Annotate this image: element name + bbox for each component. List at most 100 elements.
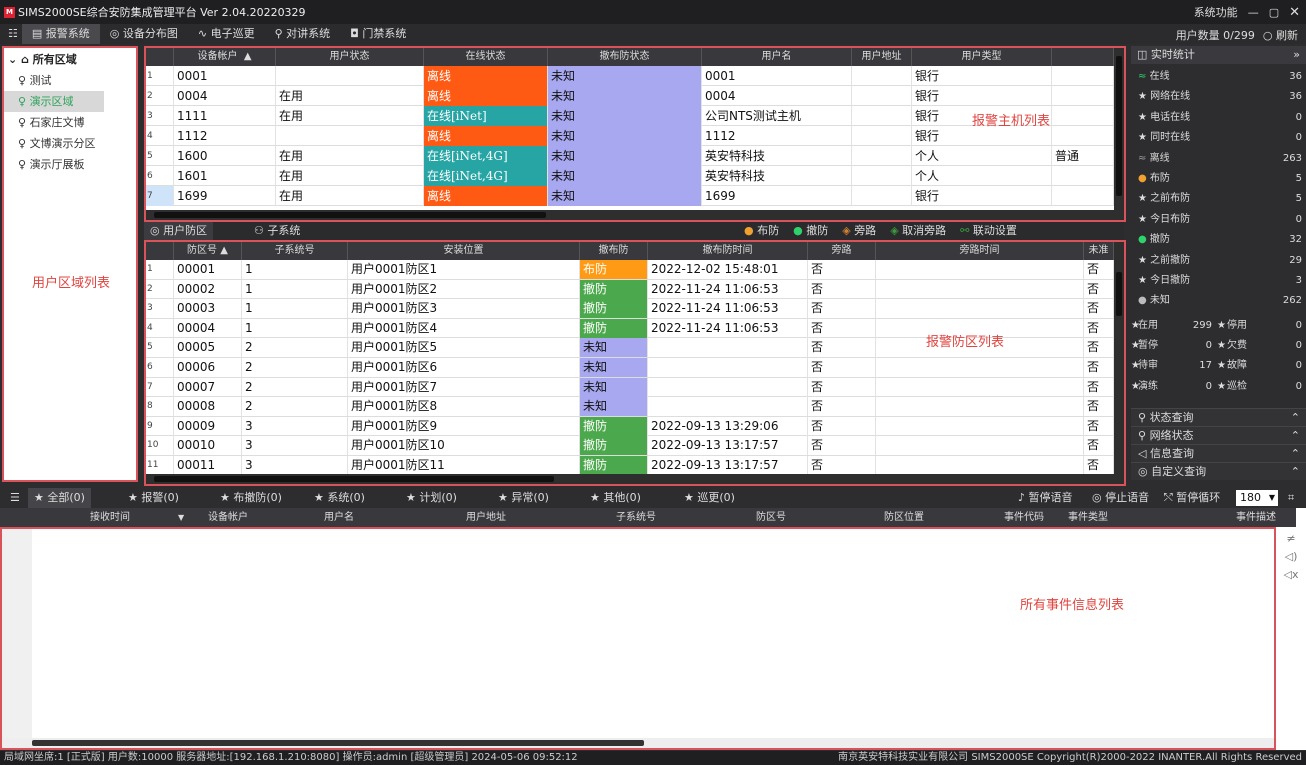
loop-count-select[interactable]: 180 ▼: [1236, 490, 1278, 506]
tab-plan-events[interactable]: ★ 计划(0): [406, 488, 457, 508]
expand-icon[interactable]: ⌗: [1288, 488, 1294, 508]
host-table-row[interactable]: 5 1600 在用 在线[iNet,4G] 未知 英安特科技 个人 普通: [146, 146, 1114, 166]
col-receive-time[interactable]: 接收时间: [90, 508, 130, 527]
host-table-row[interactable]: 1 0001 离线 未知 0001 银行: [146, 66, 1114, 86]
zone-table-row[interactable]: 6 00006 2 用户0001防区6 未知 否 否: [146, 358, 1114, 378]
speaker-off-icon[interactable]: ◁x: [1280, 566, 1302, 584]
col-subsystem[interactable]: 子系统号: [616, 508, 656, 527]
col-not-ready[interactable]: 未准: [1084, 242, 1114, 260]
tree-item-test[interactable]: ♀ 测试: [4, 70, 136, 91]
grid-menu-icon[interactable]: ☷: [4, 24, 22, 44]
system-function-menu[interactable]: 系统功能: [1194, 4, 1238, 20]
scroll-thumb[interactable]: [32, 740, 644, 746]
tree-item-wenbo-demo[interactable]: ♀ 文博演示分区: [4, 133, 136, 154]
section-custom-query[interactable]: ◎ 自定义查询 ⌃: [1131, 462, 1306, 480]
host-table-row[interactable]: 4 1112 离线 未知 1112 银行: [146, 126, 1114, 146]
zone-table-row[interactable]: 7 00007 2 用户0001防区7 未知 否 否: [146, 377, 1114, 398]
tab-arm-events[interactable]: ★ 布撤防(0): [220, 488, 282, 508]
col-user-type[interactable]: 用户类型: [912, 48, 1052, 66]
section-status-query[interactable]: ⚲ 状态查询 ⌃: [1131, 408, 1306, 426]
col-event-type[interactable]: 事件类型: [1068, 508, 1108, 527]
col-user-address[interactable]: 用户地址: [852, 48, 912, 66]
col-subsystem-no[interactable]: 子系统号: [242, 242, 348, 260]
link-settings-button[interactable]: ⚯ 联动设置: [960, 222, 1017, 240]
zone-vertical-scrollbar[interactable]: [1114, 242, 1124, 474]
tab-patrol-events[interactable]: ★ 巡更(0): [684, 488, 735, 508]
col-install-location[interactable]: 安装位置: [348, 242, 580, 260]
tab-abnormal-events[interactable]: ★ 异常(0): [498, 488, 549, 508]
cancel-bypass-button[interactable]: ◈ 取消旁路: [890, 222, 946, 240]
zone-table-row[interactable]: 3 00003 1 用户0001防区3 撤防 2022-11-24 11:06:53 否否: [146, 299, 1114, 319]
tab-other-events[interactable]: ★ 其他(0): [590, 488, 641, 508]
col-user-status[interactable]: 用户状态: [276, 48, 424, 66]
col-device-account[interactable]: 设备帐户: [208, 508, 248, 527]
col-zone-location[interactable]: 防区位置: [884, 508, 924, 527]
menu-access-control[interactable]: ◘ 门禁系统: [340, 24, 416, 44]
host-table-row[interactable]: 7 1699 在用 离线 未知 1699 银行: [146, 186, 1114, 206]
col-bypass-time[interactable]: 旁路时间: [876, 242, 1084, 260]
cell-bpt: [876, 416, 1084, 436]
col-event-desc[interactable]: 事件描述: [1236, 508, 1276, 527]
tab-all-events[interactable]: ★ 全部(0): [28, 488, 91, 508]
col-event-code[interactable]: 事件代码: [1004, 508, 1044, 527]
pause-voice-button[interactable]: ♪ 暂停语音: [1018, 488, 1073, 508]
host-table-row[interactable]: 6 1601 在用 在线[iNet,4G] 未知 英安特科技 个人: [146, 166, 1114, 186]
scroll-thumb[interactable]: [154, 476, 554, 482]
col-bypass[interactable]: 旁路: [808, 242, 876, 260]
close-button[interactable]: ✕: [1289, 5, 1300, 20]
col-arm-time[interactable]: 撤布防时间: [648, 242, 808, 260]
col-zone-no[interactable]: 防区号: [756, 508, 786, 527]
scroll-thumb[interactable]: [1116, 272, 1122, 316]
col-online-status[interactable]: 在线状态: [424, 48, 548, 66]
tree-item-demo-area[interactable]: ♀ 演示区域: [4, 91, 104, 112]
tab-subsystem[interactable]: ⚇ 子系统: [248, 222, 306, 240]
disarm-button[interactable]: ● 撤防: [793, 222, 828, 240]
clear-icon[interactable]: ≠: [1280, 530, 1302, 548]
col-arm-status[interactable]: 撤布防状态: [548, 48, 702, 66]
list-icon[interactable]: ☰: [10, 488, 20, 508]
minimize-button[interactable]: —: [1248, 6, 1259, 19]
cell-arm: 撤防: [580, 456, 648, 475]
tree-item-shijiazhuang[interactable]: ♀ 石家庄文博: [4, 112, 136, 133]
col-zone-no[interactable]: 防区号 ▲: [174, 242, 242, 260]
event-horizontal-scrollbar[interactable]: [2, 738, 1274, 748]
col-user-name[interactable]: 用户名: [324, 508, 354, 527]
col-user-address[interactable]: 用户地址: [466, 508, 506, 527]
arm-button[interactable]: ● 布防: [744, 222, 779, 240]
maximize-button[interactable]: ▢: [1269, 6, 1279, 19]
host-table-row[interactable]: 3 1111 在用 在线[iNet] 未知 公司NTS测试主机 银行: [146, 106, 1114, 126]
refresh-button[interactable]: ○ 刷新: [1263, 27, 1298, 43]
col-arm-state[interactable]: 撤布防: [580, 242, 648, 260]
zone-horizontal-scrollbar[interactable]: [146, 474, 1124, 484]
section-info-query[interactable]: ◁ 信息查询 ⌃: [1131, 444, 1306, 462]
bypass-button[interactable]: ◈ 旁路: [842, 222, 876, 240]
scroll-thumb[interactable]: [1116, 56, 1122, 196]
host-vertical-scrollbar[interactable]: [1114, 48, 1124, 210]
menu-patrol[interactable]: ∿ 电子巡更: [188, 24, 265, 44]
scroll-thumb[interactable]: [154, 212, 546, 218]
zone-table-row[interactable]: 9 00009 3 用户0001防区9 撤防 2022-09-13 13:29:06 否否: [146, 416, 1114, 437]
zone-table-row[interactable]: 1 00001 1 用户0001防区1 布防 2022-12-02 15:48:01 否否: [146, 260, 1114, 280]
col-user-name[interactable]: 用户名: [702, 48, 852, 66]
host-horizontal-scrollbar[interactable]: [146, 210, 1124, 220]
host-table-row[interactable]: 2 0004 在用 离线 未知 0004 银行: [146, 86, 1114, 106]
pause-loop-button[interactable]: ⤲ 暂停循环: [1164, 488, 1220, 508]
tab-label: 子系统: [267, 224, 301, 237]
tab-alarm-events[interactable]: ★ 报警(0): [128, 488, 179, 508]
zone-table-row[interactable]: 10 00010 3 用户0001防区10 撤防 2022-09-13 13:17:57 否…: [146, 436, 1114, 456]
collapse-icon[interactable]: »: [1293, 46, 1300, 64]
menu-intercom[interactable]: ⚲ 对讲系统: [265, 24, 341, 44]
zone-table-row[interactable]: 8 00008 2 用户0001防区8 未知 否 否: [146, 397, 1114, 417]
zone-table-row[interactable]: 11 00011 3 用户0001防区11 撤防 2022-09-13 13:17:57 否…: [146, 456, 1114, 476]
section-network-status[interactable]: ⚲ 网络状态 ⌃: [1131, 426, 1306, 444]
tab-system-events[interactable]: ★ 系统(0): [314, 488, 365, 508]
menu-device-map[interactable]: ◎ 设备分布图: [100, 24, 188, 44]
tree-item-demo-board[interactable]: ♀ 演示厅展板: [4, 154, 136, 175]
menu-alarm-system[interactable]: ▤ 报警系统: [21, 24, 100, 44]
stop-voice-button[interactable]: ◎ 停止语音: [1092, 488, 1149, 508]
zone-table-row[interactable]: 2 00002 1 用户0001防区2 撤防 2022-11-24 11:06:53 否否: [146, 279, 1114, 300]
tree-root[interactable]: ⌄ ⌂ 所有区域: [4, 48, 136, 70]
col-account[interactable]: 设备帐户 ▲: [174, 48, 276, 66]
speaker-on-icon[interactable]: ◁): [1280, 548, 1302, 566]
tab-user-zones[interactable]: ◎ 用户防区: [144, 222, 214, 240]
